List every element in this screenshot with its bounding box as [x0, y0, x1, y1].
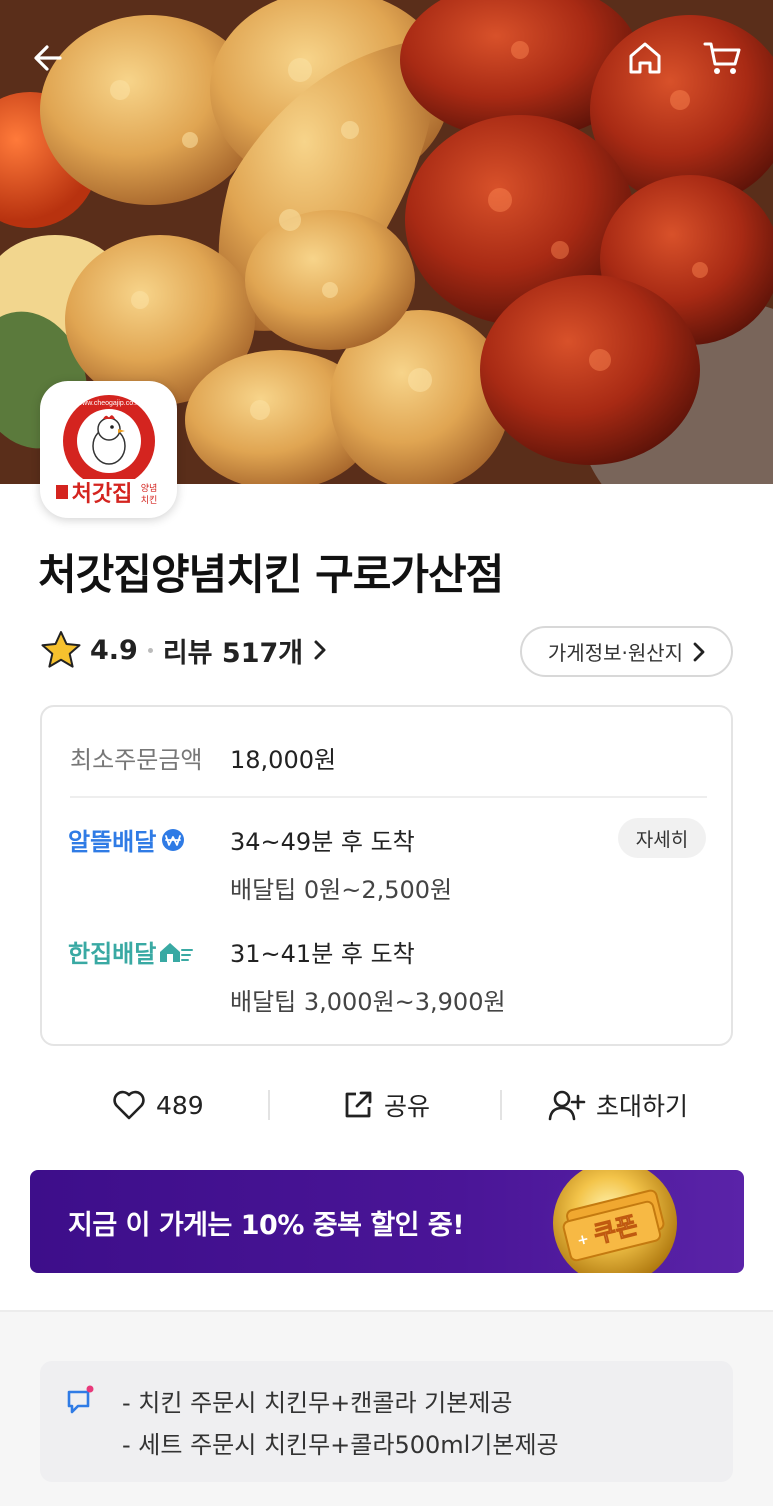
- dot-separator: [147, 647, 153, 653]
- notice-line: - 치킨 주문시 치킨무+캔콜라 기본제공: [122, 1389, 513, 1417]
- star-icon: [41, 631, 81, 668]
- like-button[interactable]: 489: [112, 1080, 204, 1130]
- delivery-tip: 배달팁 0원~2,500원: [230, 876, 453, 904]
- delivery-tip: 배달팁 3,000원~3,900원: [230, 988, 506, 1016]
- delivery-option-label: 한집배달: [68, 940, 157, 968]
- coupon-icon: 쿠폰 +: [535, 1170, 695, 1273]
- back-arrow-icon: [34, 45, 62, 71]
- notice-line: - 세트 주문시 치킨무+콜라500ml기본제공: [122, 1431, 559, 1459]
- store-notice: - 치킨 주문시 치킨무+캔콜라 기본제공 - 세트 주문시 치킨무+콜라500…: [40, 1361, 733, 1482]
- store-logo: www.cheogajip.co.kr 처갓집 양념 치킨: [40, 381, 177, 518]
- won-coin-icon: [162, 828, 185, 851]
- share-icon: [345, 1091, 372, 1118]
- chevron-right-icon: [314, 640, 326, 660]
- back-button[interactable]: [26, 36, 70, 80]
- store-actions: 489 공유 초대하기: [40, 1080, 733, 1130]
- logo-brand-text: 처갓집: [71, 482, 132, 507]
- rating-row: 4.9 리뷰 517개: [40, 628, 327, 672]
- store-info-label: 가게정보·원산지: [547, 641, 684, 665]
- chat-icon: [67, 1385, 94, 1414]
- invite-button[interactable]: 초대하기: [548, 1080, 688, 1130]
- share-button[interactable]: 공유: [342, 1080, 430, 1130]
- logo-sub-text-2: 치킨: [140, 494, 157, 506]
- cheogajip-logo: www.cheogajip.co.kr 처갓집 양념 치킨: [51, 394, 166, 507]
- invite-label: 초대하기: [596, 1092, 689, 1121]
- review-link[interactable]: 리뷰 517개: [163, 631, 327, 670]
- delivery-info-card: 최소주문금액 18,000원 알뜰배달 34~49분 후 도착 배달팁 0원~2…: [40, 705, 733, 1046]
- home-icon: [629, 42, 661, 74]
- delivery-option-name: 알뜰배달: [68, 822, 186, 857]
- heart-icon: [113, 1090, 145, 1120]
- delivery-time: 31~41분 후 도착: [230, 940, 415, 968]
- chevron-right-icon: [693, 642, 705, 661]
- divider: [70, 796, 707, 798]
- share-label: 공유: [384, 1092, 431, 1121]
- cart-button[interactable]: [700, 36, 744, 80]
- home-delivery-icon: [160, 942, 194, 962]
- like-count: 489: [156, 1090, 204, 1120]
- delivery-option-name: 한집배달: [68, 934, 194, 969]
- cart-icon: [703, 42, 741, 74]
- action-separator: [500, 1090, 502, 1120]
- min-order-label: 최소주문금액: [70, 746, 203, 774]
- delivery-detail-button[interactable]: 자세히: [618, 818, 706, 858]
- add-person-icon: [548, 1090, 586, 1121]
- delivery-option-label: 알뜰배달: [68, 828, 157, 856]
- home-button[interactable]: [623, 36, 667, 80]
- review-count-label: 리뷰 517개: [162, 637, 304, 669]
- action-separator: [268, 1090, 270, 1120]
- store-name: 처갓집양념치킨 구로가산점: [38, 550, 504, 599]
- logo-sub-text-1: 양념: [140, 483, 157, 494]
- rating-value: 4.9: [90, 634, 138, 666]
- logo-url-text: www.cheogajip.co.kr: [76, 400, 141, 407]
- delivery-time: 34~49분 후 도착: [230, 828, 415, 856]
- min-order-value: 18,000원: [230, 746, 337, 774]
- promo-text: 지금 이 가게는 10% 중복 할인 중!: [68, 1210, 465, 1241]
- promo-banner[interactable]: 지금 이 가게는 10% 중복 할인 중! 쿠폰 +: [30, 1170, 744, 1273]
- store-info-button[interactable]: 가게정보·원산지: [520, 626, 733, 677]
